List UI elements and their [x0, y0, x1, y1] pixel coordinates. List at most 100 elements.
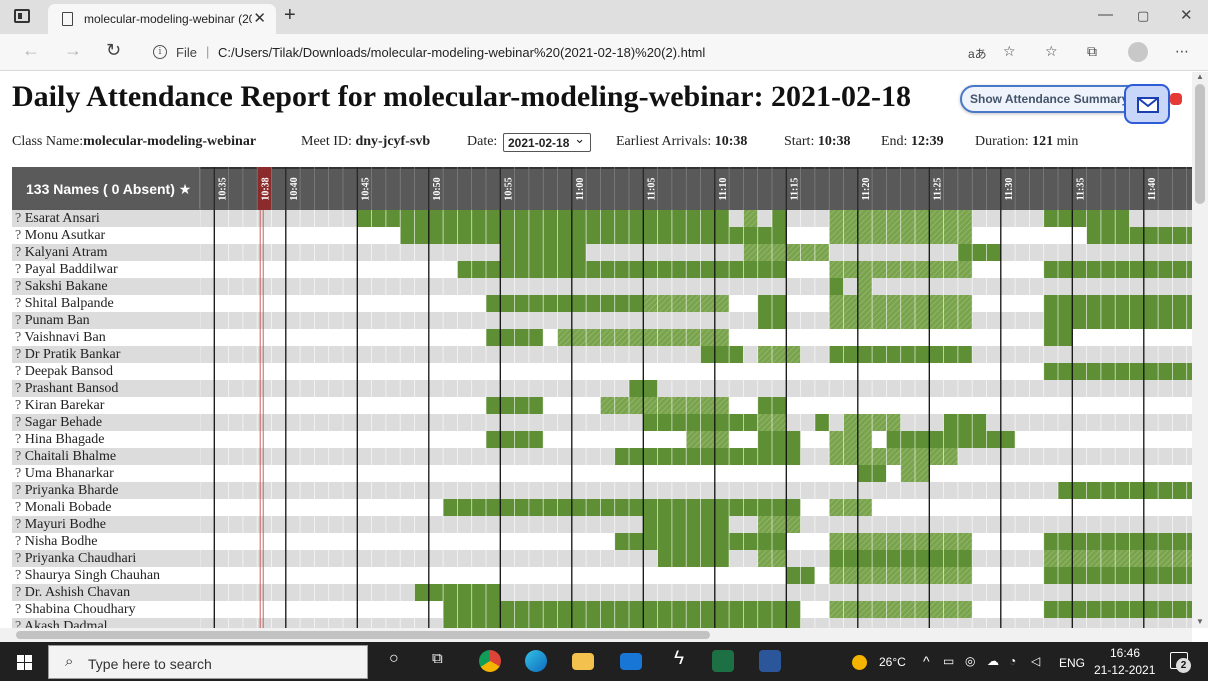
chrome-icon[interactable] — [479, 650, 501, 672]
student-name-row[interactable]: ? Sagar Behade — [12, 414, 200, 431]
file-explorer-icon[interactable] — [572, 653, 594, 670]
winamp-icon[interactable]: ϟ — [674, 648, 684, 670]
presence-segment — [1043, 312, 1192, 329]
close-indicator-icon[interactable] — [1170, 93, 1182, 105]
presence-segment — [400, 227, 787, 244]
student-name-row[interactable]: ? Esarat Ansari — [12, 210, 200, 227]
favorite-add-icon[interactable]: ☆ — [1003, 43, 1016, 60]
email-button[interactable] — [1124, 84, 1170, 124]
student-name: Vaishnavi Ban — [24, 330, 106, 345]
student-name-row[interactable]: ? Mayuri Bodhe — [12, 516, 200, 533]
student-name-row[interactable]: ? Punam Ban — [12, 312, 200, 329]
mail-app-icon[interactable] — [620, 653, 642, 670]
task-view-icon[interactable]: ⧉ — [432, 650, 443, 667]
student-name: Esarat Ansari — [24, 211, 100, 226]
student-name-row[interactable]: ? Sakshi Bakane — [12, 278, 200, 295]
presence-segment — [1043, 533, 1192, 550]
student-name-row[interactable]: ? Hina Bhagade — [12, 431, 200, 448]
unknown-status-icon: ? — [15, 279, 25, 294]
forward-icon[interactable]: → — [64, 40, 82, 61]
restore-icon[interactable]: ▢ — [1137, 8, 1149, 24]
time-label: 11:25 — [932, 178, 943, 201]
search-icon: ⌕ — [65, 653, 74, 670]
taskbar-search[interactable]: ⌕ Type here to search — [48, 645, 368, 679]
student-name-row[interactable]: ? Shabina Choudhary — [12, 601, 200, 618]
student-name-row[interactable]: ? Shital Balpande — [12, 295, 200, 312]
url-input[interactable]: C:/Users/Tilak/Downloads/molecular-model… — [218, 45, 705, 60]
student-name-row[interactable]: ? Monali Bobade — [12, 499, 200, 516]
weather-icon[interactable] — [852, 655, 867, 670]
student-name: Priyanka Bharde — [24, 483, 119, 498]
student-name-row[interactable]: ? Dr Pratik Bankar — [12, 346, 200, 363]
student-name-row[interactable]: ? Monu Asutkar — [12, 227, 200, 244]
presence-segment — [1043, 295, 1192, 312]
edge-icon[interactable] — [525, 650, 547, 672]
student-name: Mayuri Bodhe — [24, 517, 106, 532]
tab-actions-icon[interactable] — [14, 9, 30, 23]
windows-start-icon[interactable] — [17, 655, 32, 670]
student-name-row[interactable]: ? Chaitali Bhalme — [12, 448, 200, 465]
names-column-header[interactable]: 133 Names ( 0 Absent) ★ — [12, 167, 200, 208]
mail-icon — [1137, 97, 1159, 113]
info-icon[interactable]: i — [153, 45, 167, 59]
date-select[interactable]: 2021-02-18 — [503, 131, 591, 152]
class-name-info: Class Name:molecular-modeling-webinar — [12, 134, 257, 149]
student-name: Chaitali Bhalme — [24, 449, 117, 464]
student-name-row[interactable]: ? Prashant Bansod — [12, 380, 200, 397]
cortana-icon[interactable]: ○ — [389, 650, 399, 668]
date-label: Date: — [467, 134, 498, 149]
presence-segment — [757, 431, 801, 448]
unknown-status-icon: ? — [15, 619, 24, 628]
unknown-status-icon: ? — [15, 381, 25, 396]
collections-icon[interactable]: ⧉ — [1087, 43, 1097, 60]
clock-date[interactable]: 21-12-2021 — [1094, 663, 1155, 677]
student-name-row[interactable]: ? Shaurya Singh Chauhan — [12, 567, 200, 584]
unknown-status-icon: ? — [15, 449, 25, 464]
volume-icon[interactable]: ◁ — [1031, 654, 1040, 668]
student-name-row[interactable]: ? Akash Dadmal — [12, 618, 200, 628]
browser-tab-active[interactable]: molecular-modeling-webinar (20 ✕ — [48, 4, 276, 34]
student-name: Nisha Bodhe — [24, 534, 98, 549]
student-name: Shaurya Singh Chauhan — [24, 568, 161, 583]
back-icon[interactable]: ← — [22, 40, 40, 61]
close-window-icon[interactable]: ✕ — [1180, 6, 1193, 24]
excel-icon[interactable] — [712, 650, 734, 672]
horizontal-scrollbar[interactable] — [0, 628, 1192, 642]
battery-icon[interactable]: ▭ — [943, 654, 954, 668]
presence-segment — [957, 244, 1001, 261]
clock-time[interactable]: 16:46 — [1110, 646, 1140, 660]
wifi-icon[interactable]: ◔ — [1009, 654, 1016, 668]
tab-close-icon[interactable]: ✕ — [253, 9, 266, 27]
student-name-row[interactable]: ? Dr. Ashish Chavan — [12, 584, 200, 601]
tray-chevron-icon[interactable]: ^ — [923, 653, 930, 669]
horizontal-scroll-thumb[interactable] — [16, 631, 710, 639]
end-info: End: 12:39 — [881, 134, 944, 149]
onedrive-icon[interactable]: ☁ — [987, 654, 999, 668]
student-name-row[interactable]: ? Priyanka Bharde — [12, 482, 200, 499]
student-name-row[interactable]: ? Vaishnavi Ban — [12, 329, 200, 346]
page-viewport: Daily Attendance Report for molecular-mo… — [0, 72, 1192, 628]
student-name: Punam Ban — [24, 313, 90, 328]
meet-now-icon[interactable]: ◎ — [965, 654, 975, 668]
student-name-row[interactable]: ? Kiran Barekar — [12, 397, 200, 414]
vertical-scrollbar[interactable]: ▲ ▼ — [1192, 72, 1208, 628]
more-icon[interactable]: ⋯ — [1175, 43, 1189, 60]
student-name-row[interactable]: ? Nisha Bodhe — [12, 533, 200, 550]
favorites-icon[interactable]: ☆ — [1045, 43, 1058, 60]
student-name-row[interactable]: ? Payal Baddilwar — [12, 261, 200, 278]
browser-tab-bar: molecular-modeling-webinar (20 ✕ + — ▢ ✕ — [0, 0, 1208, 34]
profile-avatar[interactable] — [1128, 42, 1148, 62]
read-aloud-icon[interactable]: aあ — [968, 45, 987, 62]
new-tab-button[interactable]: + — [284, 4, 296, 27]
student-name-row[interactable]: ? Kalyani Atram — [12, 244, 200, 261]
vertical-scroll-thumb[interactable] — [1195, 84, 1205, 204]
language-indicator[interactable]: ENG — [1059, 656, 1085, 670]
student-name-row[interactable]: ? Priyanka Chaudhari — [12, 550, 200, 567]
student-name-row[interactable]: ? Uma Bhanarkar — [12, 465, 200, 482]
student-name-row[interactable]: ? Deepak Bansod — [12, 363, 200, 380]
refresh-icon[interactable]: ↻ — [106, 40, 121, 61]
minimize-icon[interactable]: — — [1098, 6, 1113, 23]
word-icon[interactable] — [759, 650, 781, 672]
address-bar: ← → ↻ i File | C:/Users/Tilak/Downloads/… — [0, 34, 1208, 71]
search-placeholder: Type here to search — [88, 656, 212, 672]
